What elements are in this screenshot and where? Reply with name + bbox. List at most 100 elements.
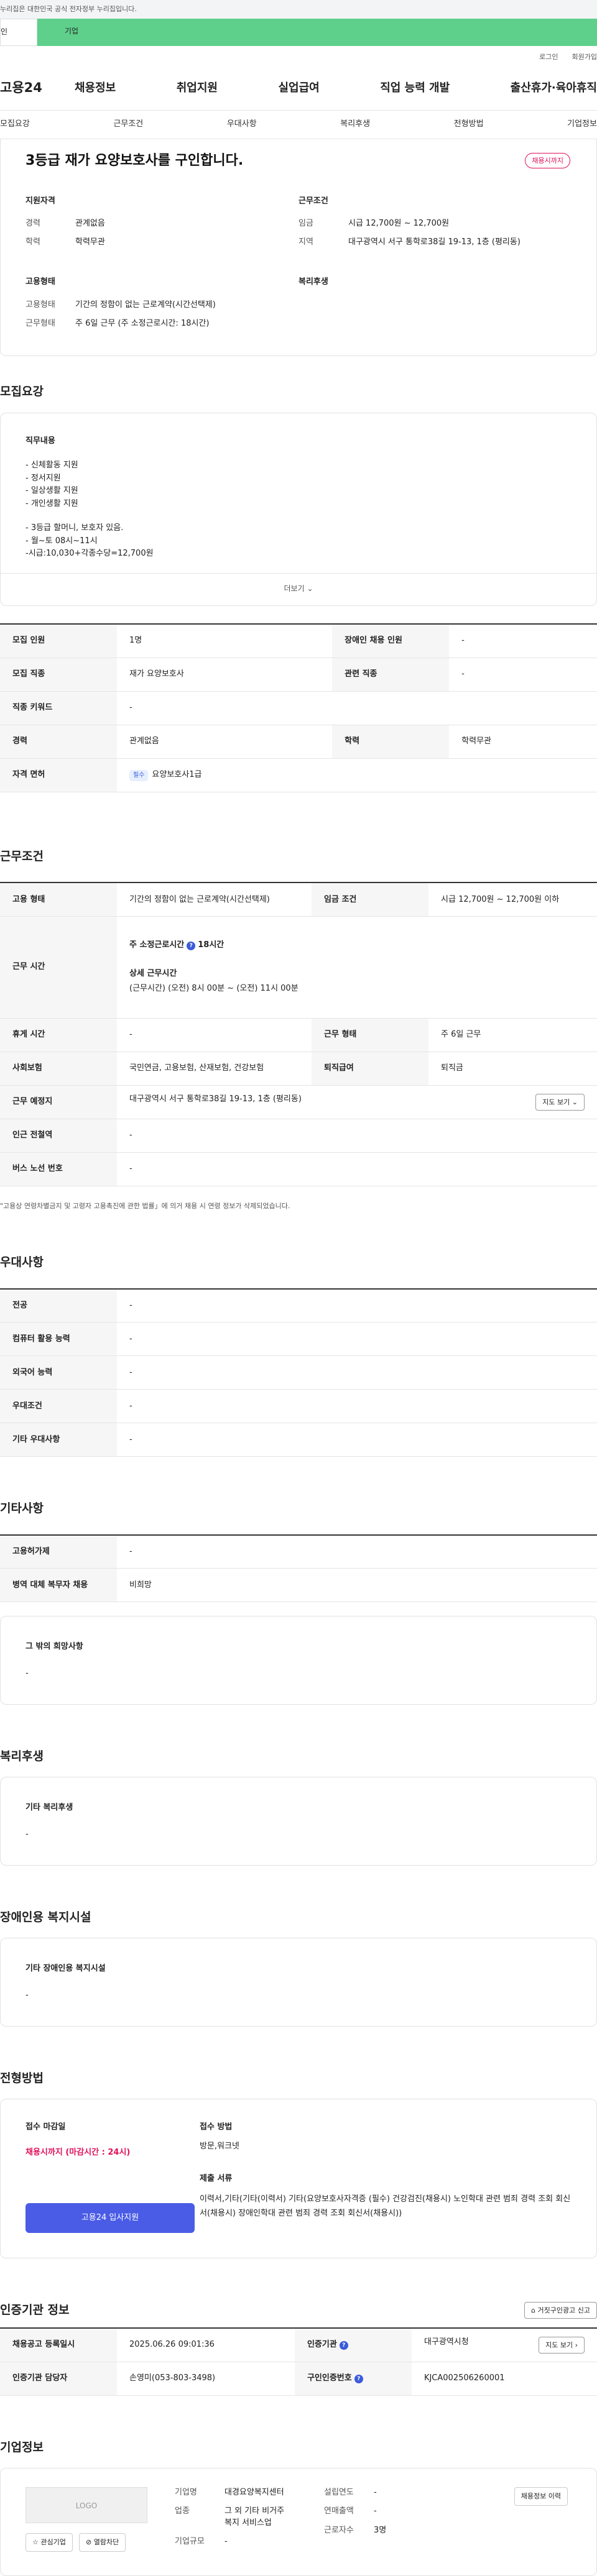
tab-personal[interactable]: 인	[0, 19, 37, 46]
cell-value: 대구광역시 서구 통학로38길 19-13, 1층 (평리동) 지도 보기 ⌄	[117, 1085, 597, 1119]
size-key: 기업규모	[175, 2536, 205, 2546]
docs-heading: 제출 서류	[200, 2173, 233, 2183]
cert-table: 채용공고 등록일시 2025.06.26 09:01:36 인증기관? 대구광역시청 지…	[0, 2327, 597, 2396]
star-icon: ☆	[32, 2538, 39, 2547]
history-button[interactable]: 채용정보 이력	[514, 2487, 568, 2506]
org-key: 인증기관	[307, 2340, 337, 2350]
cell-key: 직종 키워드	[0, 691, 117, 725]
nav-jobs[interactable]: 채용정보	[75, 80, 116, 96]
job-duty-lines: - 신체활동 지원 - 정서지원 - 일상생활 지원 - 개인생활 지원 - 3…	[25, 459, 572, 561]
required-pill: 필수	[129, 769, 149, 781]
report-icon: ⌂	[531, 2306, 536, 2314]
disabled-box: 기타 장애인용 복지시설 -	[0, 1938, 597, 2027]
block-button[interactable]: ⊘ 열람차단	[79, 2533, 126, 2552]
cell-value: -	[117, 1423, 597, 1457]
cell-key: 버스 노선 번호	[0, 1152, 117, 1186]
job-duty-heading: 직무내용	[25, 436, 55, 446]
region-key: 지역	[298, 237, 313, 247]
cell-value: 재가 요양보호사	[117, 658, 333, 692]
wage-key: 임금	[298, 218, 313, 228]
cell-key: 인근 전철역	[0, 1119, 117, 1153]
anchor-nav: 모집요강 근무조건 우대사항 복리후생 전형방법 기업정보	[0, 111, 597, 139]
worktype-value: 주 6일 근무 (주 소정근로시간: 18시간)	[75, 318, 210, 328]
cell-value: 필수 요양보호사1급	[117, 758, 597, 792]
block-icon: ⊘	[86, 2538, 92, 2547]
deadline-badge: 채용시까지	[525, 153, 570, 169]
cell-key: 컴퓨터 활용 능력	[0, 1322, 117, 1357]
nav-unemployment[interactable]: 실업급여	[279, 80, 320, 96]
anchor-recruit[interactable]: 모집요강	[0, 119, 30, 130]
login-link[interactable]: 로그인	[539, 52, 558, 66]
method-heading: 접수 방법	[200, 2122, 233, 2132]
cell-value: 주 6일 근무	[428, 1018, 597, 1052]
tab-company[interactable]: 기업	[37, 19, 597, 46]
more-button[interactable]: 더보기 ⌄	[1, 573, 596, 605]
block-label: 열람차단	[93, 2538, 119, 2547]
nav-training[interactable]: 직업 능력 개발	[380, 80, 450, 96]
duty-line: - 개인생활 지원	[25, 499, 78, 509]
sales-key: 연매출액	[324, 2506, 354, 2516]
report-button[interactable]: ⌂ 거짓구인광고 신고	[524, 2301, 597, 2319]
region-value: 대구광역시 서구 통학로38길 19-13, 1층 (평리동)	[348, 237, 521, 247]
cell-value: -	[449, 623, 597, 658]
career-value: 관계없음	[75, 218, 105, 228]
cell-value: 대구광역시청 지도 보기 ›	[411, 2327, 597, 2362]
qual-heading: 지원자격	[25, 196, 55, 206]
favorite-label: 관심기업	[40, 2538, 66, 2547]
cell-key: 외국어 능력	[0, 1355, 117, 1390]
anchor-company[interactable]: 기업정보	[567, 119, 597, 130]
section-cert: 인증기관 정보	[0, 2303, 70, 2317]
cell-key: 퇴직급여	[312, 1052, 429, 1086]
edu-value: 학력무관	[75, 237, 105, 247]
anchor-work[interactable]: 근무조건	[113, 119, 143, 130]
nav-parental-leave[interactable]: 출산휴가·육아휴직	[511, 80, 597, 96]
favorite-button[interactable]: ☆ 관심기업	[25, 2533, 73, 2552]
chevron-down-icon: ⌄	[307, 584, 313, 594]
gov-notice: 누리집은 대한민국 공식 전자정부 누리집입니다.	[0, 5, 137, 13]
cell-key: 인증기관?	[294, 2327, 412, 2362]
weekly-hours: 주 소정근로시간? 18시간	[129, 940, 585, 951]
more-label: 더보기	[284, 584, 305, 594]
info-icon[interactable]: ?	[354, 2375, 363, 2384]
cell-value: 비희망	[117, 1568, 597, 1603]
gov-bar: 누리집은 대한민국 공식 전자정부 누리집입니다.	[0, 0, 597, 19]
section-selection: 전형방법	[0, 2071, 44, 2085]
cell-key: 모집 직종	[0, 658, 117, 692]
cell-key: 전공	[0, 1288, 117, 1323]
info-icon[interactable]: ?	[339, 2341, 348, 2350]
cell-key: 관련 직종	[332, 658, 450, 692]
year-key: 설립연도	[324, 2488, 354, 2498]
anchor-selection[interactable]: 전형방법	[454, 119, 484, 130]
cell-key: 학력	[332, 725, 450, 759]
org-value: 대구광역시청	[423, 2337, 469, 2347]
utility-links: 로그인 회원가입	[0, 46, 597, 66]
wage-value: 시급 12,700원 ~ 12,700원	[348, 218, 450, 228]
anchor-prefer[interactable]: 우대사항	[227, 119, 257, 130]
apply-button[interactable]: 고용24 입사지원	[25, 2202, 195, 2233]
report-label: 거짓구인광고 신고	[537, 2306, 590, 2314]
disabled-box-value: -	[25, 1990, 29, 2000]
map-button[interactable]: 지도 보기 ›	[539, 2336, 585, 2354]
info-icon[interactable]: ?	[187, 942, 196, 951]
nav-employment-support[interactable]: 취업지원	[177, 80, 218, 96]
map-button[interactable]: 지도 보기 ⌄	[535, 1093, 585, 1111]
cell-value: -	[449, 658, 597, 692]
site-logo[interactable]: 고용24	[0, 79, 75, 97]
map-label: 지도 보기	[542, 1098, 570, 1106]
disabled-box-heading: 기타 장애인용 복지시설	[25, 1964, 106, 1974]
cell-value: 1명	[117, 623, 333, 658]
cell-value: -	[117, 1534, 597, 1569]
edu-key: 학력	[25, 237, 40, 247]
cell-key: 사회보험	[0, 1052, 117, 1086]
cell-key: 구인인증번호?	[294, 2362, 412, 2396]
anchor-welfare[interactable]: 복리후생	[340, 119, 370, 130]
signup-link[interactable]: 회원가입	[572, 52, 597, 66]
section-welfare: 복리후생	[0, 1749, 44, 1763]
job-description-card: 직무내용 - 신체활동 지원 - 정서지원 - 일상생활 지원 - 개인생활 지…	[0, 412, 597, 607]
welfare-heading: 복리후생	[298, 277, 328, 287]
etc-box: 그 밖의 희망사항 -	[0, 1616, 597, 1705]
cell-value: 퇴직금	[428, 1052, 597, 1086]
top-tab-strip: 인 기업	[0, 19, 597, 46]
cell-value: -	[117, 1355, 597, 1390]
cell-key: 우대조건	[0, 1389, 117, 1424]
